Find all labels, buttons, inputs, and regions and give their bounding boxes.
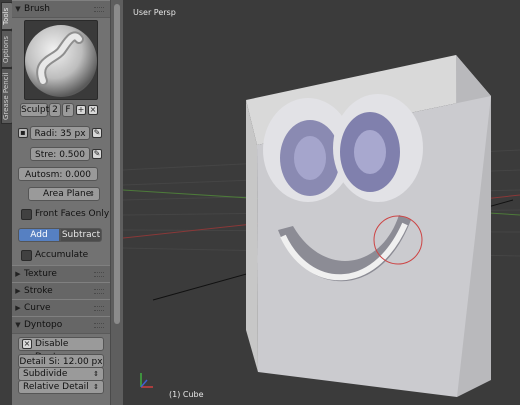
brush-panel-header[interactable]: ▼ Brush: [12, 0, 110, 18]
dyntopo-panel-title: Dyntopo: [24, 320, 63, 330]
drag-grip-icon[interactable]: [94, 289, 104, 294]
refine-method-dropdown[interactable]: Subdivide Collapse ⇕: [18, 367, 104, 392]
scrollbar-thumb[interactable]: [114, 4, 120, 324]
stroke-panel-header[interactable]: ▶ Stroke: [12, 282, 110, 300]
lock-icon[interactable]: ▪: [18, 128, 28, 138]
collapse-triangle-icon: ▼: [15, 321, 21, 329]
fake-user-button[interactable]: F: [62, 103, 74, 117]
drag-grip-icon[interactable]: [94, 7, 104, 12]
detail-type-label: Relative Detail: [23, 382, 89, 392]
pressure-icon[interactable]: ✎: [92, 149, 102, 159]
subtract-direction-button[interactable]: Subtract: [60, 228, 102, 242]
strength-field[interactable]: Stre: 0.500: [30, 147, 90, 161]
dropdown-arrows-icon: ⇕: [89, 190, 95, 198]
brush-panel-title: Brush: [24, 4, 50, 14]
axis-gizmo: [140, 373, 153, 388]
drag-grip-icon[interactable]: [94, 323, 104, 328]
panel-scrollbar[interactable]: [110, 0, 123, 405]
texture-panel-title: Texture: [24, 269, 57, 279]
detail-size-field[interactable]: Detail Si: 12.00 px: [18, 354, 104, 368]
object-name-label: (1) Cube: [169, 390, 204, 399]
pressure-icon[interactable]: ✎: [92, 128, 102, 138]
tool-shelf-panel: ▼ Brush Sculpt 2 F + × ▪ Radi: 35 px ✎ St…: [12, 0, 110, 405]
autosmooth-field[interactable]: Autosm: 0.000: [18, 167, 98, 181]
front-faces-label: Front Faces Only: [35, 209, 110, 219]
unlink-brush-icon[interactable]: ×: [88, 105, 98, 115]
detail-type-dropdown[interactable]: Relative Detail ⇕: [18, 380, 104, 394]
front-faces-checkbox[interactable]: [21, 209, 32, 220]
view-name-label: User Persp: [133, 8, 176, 17]
expand-triangle-icon: ▶: [15, 304, 21, 312]
curve-panel-header[interactable]: ▶ Curve: [12, 299, 110, 317]
close-icon: ×: [22, 339, 32, 349]
drag-grip-icon[interactable]: [94, 272, 104, 277]
stroke-panel-title: Stroke: [24, 286, 53, 296]
brush-preview-thumbnail[interactable]: [24, 20, 98, 100]
collapse-triangle-icon: ▼: [15, 5, 21, 13]
expand-triangle-icon: ▶: [15, 270, 21, 278]
add-brush-icon[interactable]: +: [76, 105, 86, 115]
disable-dyntopo-button[interactable]: × Disable Dyntopo: [18, 337, 104, 362]
3d-viewport[interactable]: User Persp (1) Cube: [123, 0, 520, 405]
add-direction-button[interactable]: Add: [18, 228, 60, 242]
plane-dropdown[interactable]: Area Plane ⇕: [28, 187, 100, 201]
expand-triangle-icon: ▶: [15, 287, 21, 295]
radius-field[interactable]: Radi: 35 px: [30, 126, 90, 140]
dyntopo-panel-header[interactable]: ▼ Dyntopo: [12, 316, 110, 334]
accumulate-checkbox[interactable]: [21, 250, 32, 261]
dropdown-arrows-icon: ⇕: [93, 383, 99, 391]
plane-dropdown-label: Area Plane: [43, 189, 92, 199]
curve-panel-title: Curve: [24, 303, 51, 313]
drag-grip-icon[interactable]: [94, 306, 104, 311]
brush-name-field[interactable]: Sculpt: [20, 103, 49, 117]
accumulate-label: Accumulate: [35, 250, 89, 260]
brush-users-count[interactable]: 2: [49, 103, 61, 117]
texture-panel-header[interactable]: ▶ Texture: [12, 265, 110, 283]
viewport-scene: [123, 55, 520, 397]
